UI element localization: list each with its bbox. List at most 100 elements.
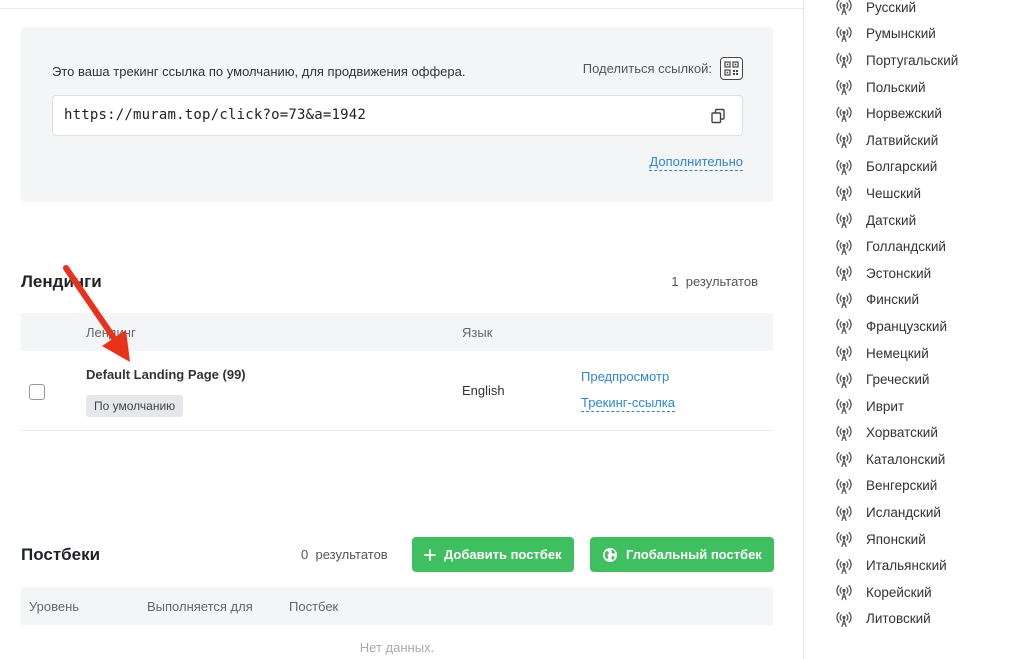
tracking-link-field[interactable]: https://muram.top/click?o=73&a=1942: [52, 95, 743, 136]
landing-language: English: [462, 383, 505, 398]
broadcast-icon: [836, 372, 852, 388]
language-list: Русский Румынский Португальский Польский: [835, 0, 958, 632]
language-name: Каталонский: [866, 451, 946, 467]
postbacks-title: Постбеки: [21, 545, 101, 564]
broadcast-icon: [836, 585, 852, 601]
language-item[interactable]: Хорватский: [835, 420, 958, 447]
landing-row-checkbox[interactable]: [29, 384, 45, 400]
broadcast-icon: [836, 80, 852, 96]
column-postback: Постбек: [289, 599, 339, 614]
language-item[interactable]: Литовский: [835, 606, 958, 633]
postbacks-results-count: 0: [301, 547, 309, 562]
language-name: Польский: [866, 79, 926, 95]
language-item[interactable]: Каталонский: [835, 446, 958, 473]
add-postback-button[interactable]: Добавить постбек: [412, 537, 574, 572]
language-name: Итальянский: [866, 558, 947, 574]
language-item[interactable]: Греческий: [835, 366, 958, 393]
language-name: Латвийский: [866, 132, 939, 148]
broadcast-icon: [836, 266, 852, 282]
preview-link[interactable]: Предпросмотр: [581, 369, 669, 384]
sidebar-divider: [803, 0, 804, 659]
language-item[interactable]: Эстонский: [835, 260, 958, 287]
red-arrow: [63, 265, 130, 362]
broadcast-icon: [836, 292, 852, 308]
language-item[interactable]: Датский: [835, 207, 958, 234]
broadcast-icon: [836, 159, 852, 175]
column-level: Уровень: [29, 599, 80, 614]
language-item[interactable]: Голландский: [835, 233, 958, 260]
global-postback-label: Глобальный постбек: [626, 547, 762, 562]
offer-page: Это ваша трекинг ссылка по умолчанию, дл…: [0, 0, 1024, 659]
broadcast-icon: [836, 345, 852, 362]
tracking-link-value[interactable]: https://muram.top/click?o=73&a=1942: [64, 107, 366, 123]
language-name: Литовский: [866, 611, 931, 627]
language-name: Румынский: [866, 26, 936, 42]
broadcast-icon: [836, 478, 852, 495]
landings-results-label: результатов: [685, 274, 758, 289]
language-name: Венгерский: [866, 478, 938, 494]
default-badge: По умолчанию: [86, 395, 184, 417]
global-postback-button[interactable]: Глобальный постбек: [590, 537, 774, 572]
copy-icon[interactable]: [710, 108, 726, 124]
language-item[interactable]: Румынский: [835, 21, 958, 48]
language-item[interactable]: Японский: [835, 526, 958, 553]
language-item[interactable]: Иврит: [835, 393, 958, 420]
language-name: Греческий: [866, 372, 930, 388]
language-item[interactable]: Немецкий: [835, 340, 958, 367]
language-name: Корейский: [866, 584, 932, 600]
add-postback-label: Добавить постбек: [444, 547, 562, 562]
share-link-label: Поделиться ссылкой:: [582, 61, 712, 76]
language-name: Французский: [866, 318, 947, 334]
top-divider: [0, 8, 803, 9]
language-name: Норвежский: [866, 106, 942, 122]
language-item[interactable]: Португальский: [835, 47, 958, 74]
tracking-description: Это ваша трекинг ссылка по умолчанию, дл…: [52, 64, 466, 79]
column-executed-for: Выполняется для: [147, 599, 253, 614]
language-item[interactable]: Польский: [835, 74, 958, 101]
broadcast-icon: [836, 212, 852, 229]
language-item[interactable]: Русский: [835, 0, 958, 21]
language-name: Немецкий: [866, 345, 929, 361]
globe-icon: [603, 547, 617, 562]
language-item[interactable]: Болгарский: [835, 154, 958, 181]
language-item[interactable]: Венгерский: [835, 473, 958, 500]
qr-code-icon: [724, 61, 739, 76]
language-item[interactable]: Исландский: [835, 499, 958, 526]
postbacks-empty-state: Нет данных.: [359, 640, 435, 655]
language-item[interactable]: Французский: [835, 313, 958, 340]
broadcast-icon: [836, 0, 852, 16]
postbacks-results-label: результатов: [315, 547, 388, 562]
language-name: Хорватский: [866, 425, 938, 441]
tracking-link-action[interactable]: Трекинг-ссылка: [581, 395, 676, 412]
postbacks-results: 0 результатов: [301, 547, 388, 562]
language-item[interactable]: Чешский: [835, 180, 958, 207]
postbacks-table-header: Уровень Выполняется для Постбек: [21, 587, 773, 625]
qr-code-button[interactable]: [720, 57, 743, 80]
broadcast-icon: [836, 611, 852, 628]
broadcast-icon: [836, 558, 852, 574]
more-options-link[interactable]: Дополнительно: [649, 154, 743, 171]
language-name: Исландский: [866, 505, 941, 521]
language-name: Финский: [866, 292, 919, 308]
language-item[interactable]: Латвийский: [835, 127, 958, 154]
language-item[interactable]: Корейский: [835, 579, 958, 606]
language-name: Голландский: [866, 239, 946, 255]
language-item[interactable]: Норвежский: [835, 100, 958, 127]
column-language: Язык: [462, 325, 493, 340]
language-name: Португальский: [866, 52, 959, 68]
broadcast-icon: [836, 452, 852, 468]
broadcast-icon: [836, 505, 852, 521]
language-name: Эстонский: [866, 265, 932, 281]
broadcast-icon: [836, 186, 852, 202]
language-name: Болгарский: [866, 159, 938, 175]
broadcast-icon: [836, 53, 852, 69]
language-name: Чешский: [866, 185, 922, 201]
broadcast-icon: [836, 133, 852, 149]
share-link-group: Поделиться ссылкой:: [583, 57, 743, 80]
broadcast-icon: [836, 319, 852, 335]
language-item[interactable]: Итальянский: [835, 552, 958, 579]
broadcast-icon: [836, 399, 852, 415]
language-name: Датский: [866, 212, 917, 228]
language-item[interactable]: Финский: [835, 287, 958, 314]
broadcast-icon: [836, 239, 852, 255]
